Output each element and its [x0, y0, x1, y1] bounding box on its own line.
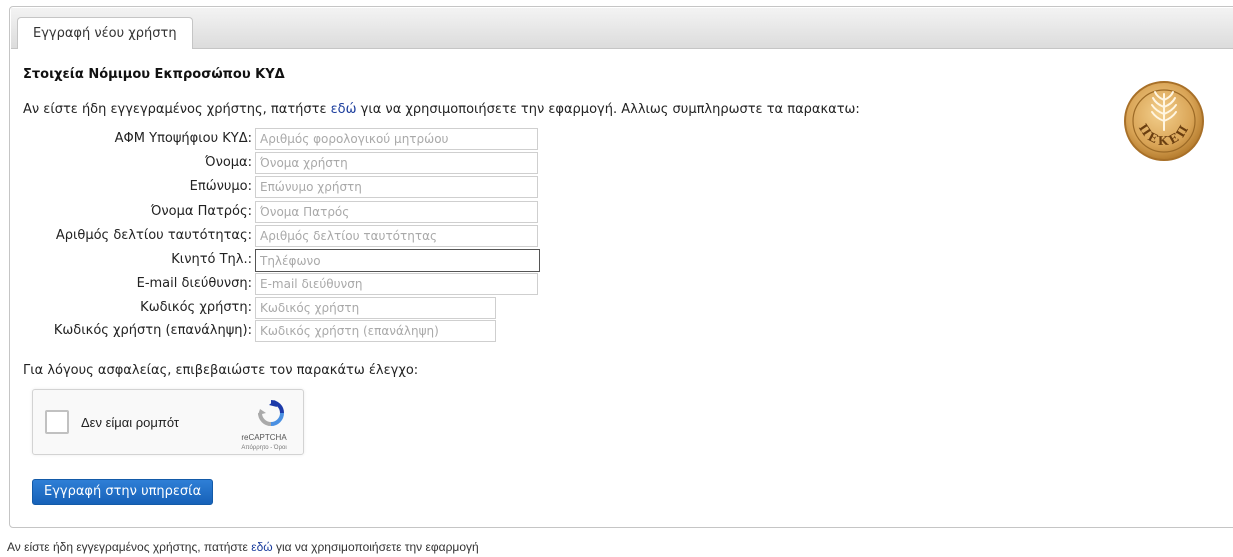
recaptcha-terms-link[interactable]: Απόρρητο - Όροι	[229, 445, 299, 451]
recaptcha-icon	[258, 400, 284, 426]
field-label: E-mail διεύθυνση:	[136, 276, 252, 291]
recaptcha-brand: reCAPTCHA	[241, 433, 287, 442]
password-input[interactable]	[255, 297, 496, 319]
section-title: Στοιχεία Νόμιμου Εκπροσώπου ΚΥΔ	[23, 67, 285, 82]
recaptcha-widget: Δεν είμαι ρομπότ reCAPTCHA Απόρρητο - Όρ…	[32, 389, 304, 455]
father-name-input[interactable]	[255, 201, 538, 223]
recaptcha-label: Δεν είμαι ρομπότ	[81, 415, 180, 430]
intro-login-link[interactable]: εδώ	[331, 102, 357, 117]
field-label: Κωδικός χρήστη:	[140, 300, 252, 315]
footer-text: Αν είστε ήδη εγγεγραμένος χρήστης, πατήσ…	[7, 540, 479, 554]
first-name-input[interactable]	[255, 152, 538, 174]
intro-text-after: για να χρησιμοποιήσετε την εφαρμογή. Αλλ…	[356, 102, 860, 117]
tab-new-user-registration[interactable]: Εγγραφή νέου χρήστη	[17, 17, 193, 49]
last-name-input[interactable]	[255, 176, 538, 198]
intro-text-before: Αν είστε ήδη εγγεγραμένος χρήστης, πατήσ…	[23, 102, 331, 117]
field-label: Αριθμός δελτίου ταυτότητας:	[55, 228, 252, 243]
field-label: Κινητό Τηλ.:	[171, 252, 252, 267]
security-note: Για λόγους ασφαλείας, επιβεβαιώστε τον π…	[23, 363, 419, 378]
mobile-phone-input[interactable]	[255, 249, 540, 272]
intro-text: Αν είστε ήδη εγγεγραμένος χρήστης, πατήσ…	[23, 102, 860, 117]
footer-login-link[interactable]: εδώ	[251, 540, 272, 554]
footer-text-after: για να χρησιμοποιήσετε την εφαρμογή	[272, 540, 479, 554]
field-label: Όνομα:	[205, 155, 252, 170]
register-button[interactable]: Εγγραφή στην υπηρεσία	[32, 479, 214, 505]
tab-bar: Εγγραφή νέου χρήστη	[11, 8, 1233, 49]
email-input[interactable]	[255, 273, 538, 295]
afm-input[interactable]	[255, 128, 538, 150]
id-card-input[interactable]	[255, 225, 538, 247]
field-label: ΑΦΜ Υποψήφιου ΚΥΔ:	[114, 131, 252, 146]
field-label: Επώνυμο:	[189, 179, 252, 194]
footer-text-before: Αν είστε ήδη εγγεγραμένος χρήστης, πατήσ…	[7, 540, 252, 554]
recaptcha-checkbox[interactable]	[45, 410, 69, 434]
field-label: Κωδικός χρήστη (επανάληψη):	[53, 323, 252, 338]
password-repeat-input[interactable]	[255, 320, 496, 342]
field-label: Όνομα Πατρός:	[150, 204, 252, 219]
opekepe-seal-icon: ΟΠΕΚΕΠΕ	[1123, 80, 1204, 161]
